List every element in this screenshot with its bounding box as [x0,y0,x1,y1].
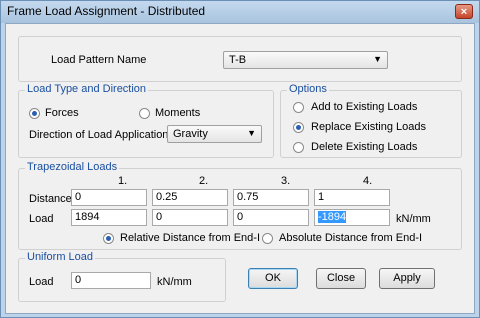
column-header-2: 2. [199,175,209,187]
close-window-button[interactable]: × [455,4,473,19]
dialog-window: Frame Load Assignment - Distributed × Lo… [0,0,480,318]
ok-button[interactable]: OK [248,268,298,289]
distance-label: Distance [29,193,72,205]
load-input-4[interactable]: -1894 [314,209,390,226]
distance-input-3[interactable]: 0.75 [233,189,309,206]
relative-distance-radio[interactable] [103,233,114,244]
close-button[interactable]: Close [316,268,366,289]
delete-existing-radio[interactable] [293,142,304,153]
load-pattern-value: T-B [229,54,247,66]
options-group: Options Add to Existing Loads Replace Ex… [280,83,462,158]
load-pattern-label: Load Pattern Name [51,54,147,66]
load-input-2[interactable]: 0 [152,209,228,226]
uniform-load-unit: kN/mm [157,276,192,288]
moments-radio[interactable] [139,108,150,119]
distance-input-2[interactable]: 0.25 [152,189,228,206]
load-type-title: Load Type and Direction [25,83,149,95]
moments-label: Moments [155,107,201,119]
uniform-load-input[interactable]: 0 [71,272,151,289]
column-header-1: 1. [118,175,128,187]
trapezoidal-group: Trapezoidal Loads 1. 2. 3. 4. Distance 0… [18,161,462,250]
load-input-3[interactable]: 0 [233,209,309,226]
direction-value: Gravity [173,128,208,140]
load-label: Load [29,213,54,225]
window-title: Frame Load Assignment - Distributed [7,4,206,18]
direction-label: Direction of Load Application [29,129,169,141]
chevron-down-icon: ▼ [373,54,382,64]
replace-existing-label: Replace Existing Loads [311,121,426,133]
replace-existing-radio[interactable] [293,122,304,133]
distance-input-4[interactable]: 1 [314,189,390,206]
add-existing-label: Add to Existing Loads [311,101,418,113]
forces-label: Forces [45,107,79,119]
load-type-group: Load Type and Direction Forces Moments D… [18,83,274,158]
load-pattern-group: Load Pattern Name T-B ▼ [18,36,462,82]
direction-select[interactable]: Gravity ▼ [167,125,262,143]
uniform-load-group: Uniform Load Load 0 kN/mm [18,251,226,302]
column-header-4: 4. [363,175,373,187]
load-input-4-value: -1894 [318,211,347,223]
column-header-3: 3. [281,175,291,187]
trapezoidal-title: Trapezoidal Loads [25,161,120,173]
load-input-1[interactable]: 1894 [71,209,147,226]
add-existing-radio[interactable] [293,102,304,113]
uniform-load-title: Uniform Load [25,251,96,263]
absolute-distance-radio[interactable] [262,233,273,244]
absolute-distance-label: Absolute Distance from End-I [279,232,423,244]
dialog-body: Load Pattern Name T-B ▼ Load Type and Di… [5,23,475,314]
trapezoidal-unit: kN/mm [396,213,431,225]
chevron-down-icon: ▼ [247,128,256,138]
distance-input-1[interactable]: 0 [71,189,147,206]
relative-distance-label: Relative Distance from End-I [120,232,260,244]
options-title: Options [287,83,329,95]
uniform-load-label: Load [29,276,54,288]
delete-existing-label: Delete Existing Loads [311,141,418,153]
title-bar[interactable]: Frame Load Assignment - Distributed × [1,1,479,23]
apply-button[interactable]: Apply [379,268,435,289]
load-pattern-select[interactable]: T-B ▼ [223,51,388,69]
forces-radio[interactable] [29,108,40,119]
